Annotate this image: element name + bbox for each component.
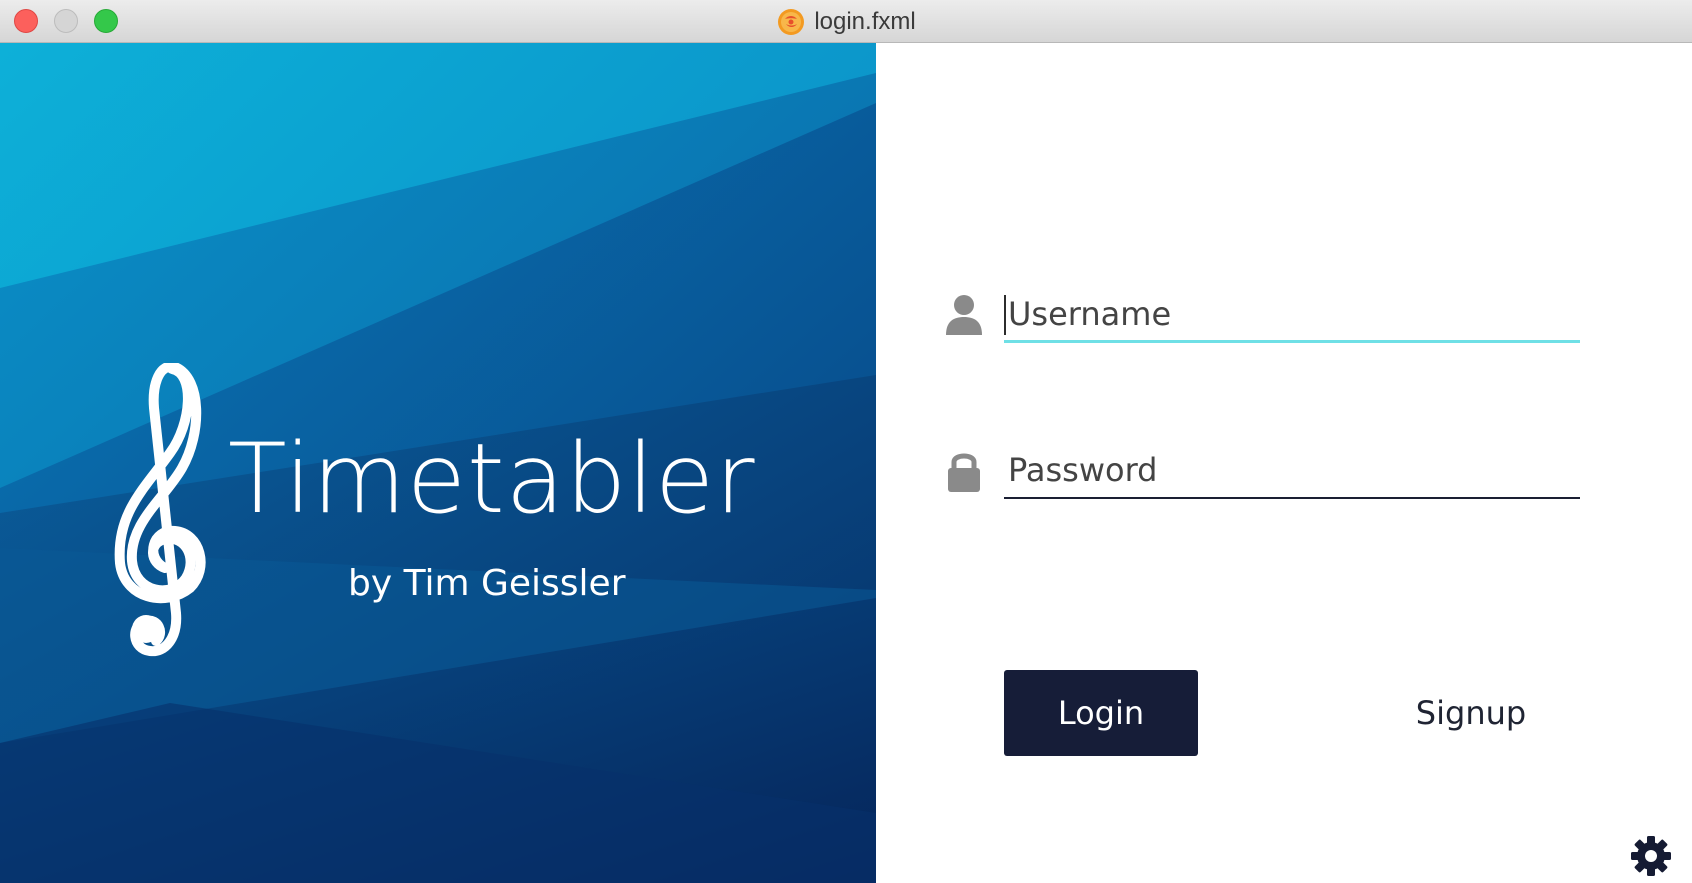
signup-button[interactable]: Signup [1396,670,1546,756]
text-caret [1004,295,1006,335]
brand-logo: Timetabler by Tim Geissler [110,363,830,683]
password-input[interactable] [1004,443,1580,497]
login-button[interactable]: Login [1004,670,1198,756]
title-bar[interactable]: login.fxml [0,0,1692,43]
user-icon [944,293,984,337]
window-title: login.fxml [814,7,916,35]
username-field[interactable] [1004,287,1580,343]
username-input[interactable] [1004,287,1580,340]
login-window: login.fxml Timetabler by Tim Geissler Us… [0,0,1692,883]
login-form: Login Signup [876,43,1692,883]
app-byline: by Tim Geissler [348,563,626,604]
brand-banner: Timetabler by Tim Geissler [0,43,876,883]
app-name: Timetabler [228,423,756,535]
password-field[interactable] [1004,443,1580,499]
lock-icon [946,450,986,494]
treble-clef-icon [114,363,206,657]
java-app-icon [776,7,806,37]
window-title-area: login.fxml [0,0,1692,43]
gear-icon[interactable] [1630,835,1672,877]
